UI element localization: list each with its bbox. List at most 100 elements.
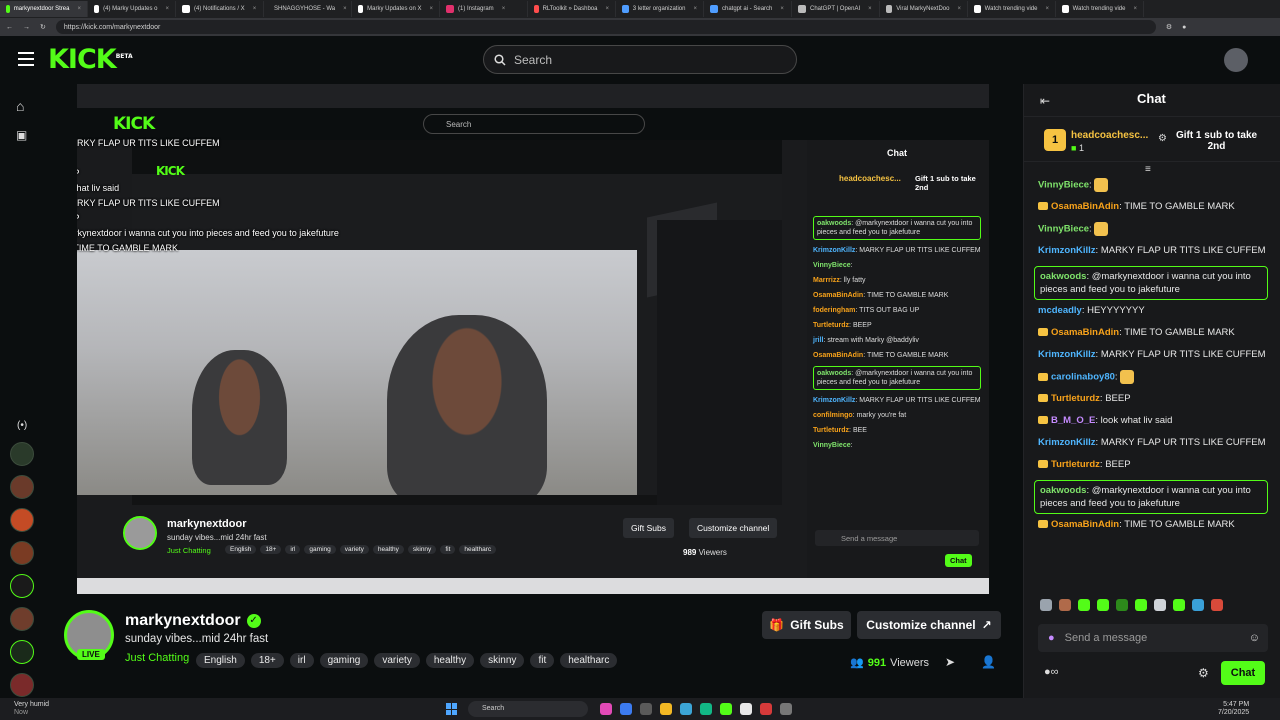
tab-close-icon[interactable]: × xyxy=(1045,6,1049,12)
chat-username[interactable]: mcdeadly xyxy=(1038,305,1082,316)
emote-icon[interactable] xyxy=(1040,599,1052,611)
chat-username[interactable]: Turtleturdz xyxy=(1051,393,1100,404)
forward-icon[interactable]: → xyxy=(23,24,30,31)
chat-username[interactable]: oakwoods xyxy=(1040,485,1086,496)
app-icon[interactable] xyxy=(720,703,732,715)
chat-username[interactable]: Turtleturdz xyxy=(1051,459,1100,470)
emote-icon[interactable] xyxy=(1154,599,1166,611)
followed-channel-avatar[interactable] xyxy=(10,574,34,598)
followed-channel-avatar[interactable] xyxy=(10,541,34,565)
kick-logo[interactable]: KICKBETA xyxy=(48,44,133,75)
browser-tab[interactable]: Viral MarkyNextDoo × xyxy=(880,1,968,17)
app-icon[interactable] xyxy=(700,703,712,715)
profile-icon[interactable]: ● xyxy=(1182,24,1186,31)
stream-tag[interactable]: irl xyxy=(289,653,314,668)
chat-username[interactable]: KrimzonKillz xyxy=(1038,245,1096,256)
tab-close-icon[interactable]: × xyxy=(780,6,784,12)
tab-close-icon[interactable]: × xyxy=(1133,6,1137,12)
scroll-to-bottom-icon[interactable]: ≡ xyxy=(1145,164,1151,175)
app-icon[interactable] xyxy=(740,703,752,715)
followed-channel-avatar[interactable] xyxy=(10,442,34,466)
system-clock[interactable]: 5:47 PM 7/20/2025 xyxy=(1218,701,1249,717)
tab-close-icon[interactable]: × xyxy=(693,6,697,12)
browser-tab[interactable]: RLToolkit » Dashboa × xyxy=(528,1,616,17)
stream-tag[interactable]: variety xyxy=(374,653,420,668)
tab-close-icon[interactable]: × xyxy=(502,6,506,12)
tab-close-icon[interactable]: × xyxy=(77,6,81,12)
emote-icon[interactable] xyxy=(1059,599,1071,611)
tab-close-icon[interactable]: × xyxy=(253,6,257,12)
send-chat-button[interactable]: Chat xyxy=(1221,661,1265,685)
stream-tag[interactable]: skinny xyxy=(480,653,525,668)
emote-icon[interactable] xyxy=(1211,599,1223,611)
emoji-icon[interactable]: ☺ xyxy=(1249,632,1260,644)
emote-icon[interactable] xyxy=(1097,599,1109,611)
user-avatar[interactable] xyxy=(1224,48,1248,72)
app-icon[interactable] xyxy=(680,703,692,715)
chat-username[interactable]: VinnyBiece xyxy=(1038,224,1089,235)
browser-tab[interactable]: Watch trending vide × xyxy=(968,1,1056,17)
browser-tab[interactable]: ChatGPT | OpenAI × xyxy=(792,1,880,17)
stream-tag[interactable]: 18+ xyxy=(250,653,284,668)
followed-channel-avatar[interactable] xyxy=(10,475,34,499)
browse-icon[interactable]: ▣ xyxy=(16,128,27,142)
chat-users-icon[interactable]: ●∞ xyxy=(1044,666,1059,678)
emote-icon[interactable] xyxy=(1192,599,1204,611)
stream-tag[interactable]: healthy xyxy=(372,545,404,554)
followed-channel-avatar[interactable] xyxy=(10,640,34,664)
chat-username[interactable]: KrimzonKillz xyxy=(1038,437,1096,448)
chat-username[interactable]: carolinaboy80 xyxy=(1051,372,1115,383)
tab-close-icon[interactable]: × xyxy=(165,6,169,12)
app-icon[interactable] xyxy=(760,703,772,715)
app-icon[interactable] xyxy=(660,703,672,715)
taskbar-search[interactable]: Search xyxy=(468,701,588,717)
customize-channel-button[interactable]: Customize channel ↗ xyxy=(857,611,1001,639)
chat-username[interactable]: OsamaBinAdin xyxy=(1051,201,1119,212)
browser-tab[interactable]: (1) Instagram × xyxy=(440,1,528,17)
url-field[interactable]: https://kick.com/markynextdoor xyxy=(55,20,1156,34)
browser-tab[interactable]: (4) Notifications / X × xyxy=(176,1,264,17)
tab-close-icon[interactable]: × xyxy=(957,6,961,12)
browser-tab[interactable]: chatgpt ai - Search × xyxy=(704,1,792,17)
home-icon[interactable]: ⌂ xyxy=(16,98,24,114)
channel-name[interactable]: markynextdoor ✓ xyxy=(125,612,261,630)
stream-tag[interactable]: skinny xyxy=(407,545,437,554)
stream-tag[interactable]: gaming xyxy=(319,653,369,668)
stream-category[interactable]: Just Chatting xyxy=(125,652,189,664)
chat-username[interactable]: B_M_O_E xyxy=(1051,415,1095,426)
emote-icon[interactable] xyxy=(1135,599,1147,611)
stream-tag[interactable]: fit xyxy=(440,545,456,554)
chat-settings-icon[interactable]: ⚙ xyxy=(1198,666,1209,680)
stream-tag[interactable]: healtharc xyxy=(560,653,618,668)
followed-channel-avatar[interactable] xyxy=(10,673,34,697)
chat-username[interactable]: OsamaBinAdin xyxy=(1051,519,1119,530)
extensions-icon[interactable]: ⚙ xyxy=(1166,23,1172,31)
tab-close-icon[interactable]: × xyxy=(868,6,872,12)
app-icon[interactable] xyxy=(600,703,612,715)
stream-tag[interactable]: fit xyxy=(530,653,555,668)
chat-username[interactable]: oakwoods xyxy=(1040,271,1086,282)
emote-icon[interactable] xyxy=(1116,599,1128,611)
chat-input[interactable]: ● Send a message ☺ xyxy=(1038,624,1268,652)
follow-user-icon[interactable]: 👤 xyxy=(981,655,996,669)
tab-close-icon[interactable]: × xyxy=(343,6,347,12)
video-player[interactable]: KICK Search KICK markynextdoor sunday vi… xyxy=(77,84,989,594)
back-icon[interactable]: ← xyxy=(6,24,13,31)
tab-close-icon[interactable]: × xyxy=(429,6,433,12)
followed-channel-avatar[interactable] xyxy=(10,607,34,631)
emote-icon[interactable] xyxy=(1078,599,1090,611)
chat-username[interactable]: VinnyBiece xyxy=(1038,180,1089,191)
browser-tab[interactable]: SHNAGGYHOSE - Wa × xyxy=(264,1,352,17)
stream-tag[interactable]: 18+ xyxy=(260,545,282,554)
reload-icon[interactable]: ↻ xyxy=(40,23,46,31)
weather-widget[interactable]: Very humid Now xyxy=(14,701,49,717)
search-input[interactable]: Search xyxy=(483,45,797,74)
stream-tag[interactable]: irl xyxy=(285,545,301,554)
app-icon[interactable] xyxy=(640,703,652,715)
browser-tab[interactable]: Marky Updates on X × xyxy=(352,1,440,17)
stream-tag[interactable]: gaming xyxy=(304,545,336,554)
menu-icon[interactable] xyxy=(18,52,34,66)
emote-icon[interactable] xyxy=(1173,599,1185,611)
browser-tab[interactable]: (4) Marky Updates o × xyxy=(88,1,176,17)
stream-tag[interactable]: English xyxy=(196,653,245,668)
